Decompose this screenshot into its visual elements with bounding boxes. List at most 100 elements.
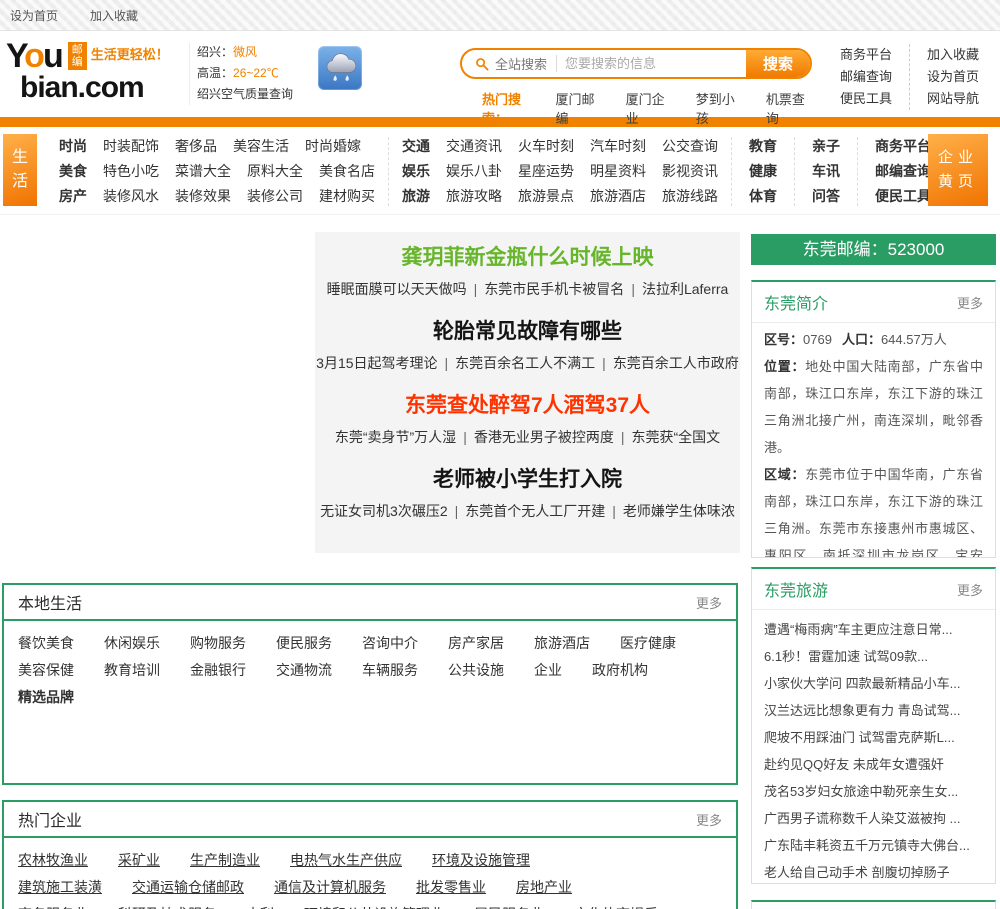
industry-link[interactable]: 文化体育娱乐 [574, 901, 658, 909]
news-sub-link[interactable]: 无证女司机3次碾压2 [320, 502, 448, 521]
local-life-link[interactable]: 美容保健 [18, 657, 74, 684]
news-sub-link[interactable]: 东莞“卖身节”万人湿 [335, 428, 456, 447]
industry-link[interactable]: 生产制造业 [190, 847, 260, 874]
industry-link[interactable]: 通信及计算机服务 [274, 874, 386, 901]
industry-link[interactable]: 商务服务业 [18, 901, 88, 909]
featured-brands-link[interactable]: 精选品牌 [18, 684, 74, 711]
nav-link[interactable]: 时装配饰 [103, 134, 159, 159]
quick-link[interactable]: 邮编查询 [840, 66, 892, 88]
news-sub-link[interactable]: 香港无业男子被控两度 [456, 428, 614, 447]
quick-link[interactable]: 设为首页 [927, 66, 979, 88]
quick-link[interactable]: 加入收藏 [927, 44, 979, 66]
travel-item-link[interactable]: 小家伙大学问 四款最新精品小车... [764, 670, 983, 697]
travel-item-link[interactable]: 广西男子谎称数千人染艾滋被拘 ... [764, 805, 983, 832]
nav-link[interactable]: 美容生活 [233, 134, 289, 159]
nav-link[interactable]: 星座运势 [518, 159, 574, 184]
nav-link[interactable]: 时尚婚嫁 [305, 134, 361, 159]
industry-link[interactable]: 环境和公共设施管理业 [304, 901, 444, 909]
travel-item-link[interactable]: 汉兰达远比想象更有力 青岛试驾... [764, 697, 983, 724]
life-badge[interactable]: 生活 [3, 134, 37, 206]
nav-link[interactable]: 旅游景点 [518, 184, 574, 209]
news-sub-link[interactable]: 东莞首个无人工厂开建 [448, 502, 605, 521]
industry-link[interactable]: 批发零售业 [416, 874, 486, 901]
travel-item-link[interactable]: 老人给自己动手术 剖腹切掉肠子 [764, 859, 983, 883]
nav-head-link[interactable]: 美食 [59, 159, 87, 184]
local-life-link[interactable]: 车辆服务 [362, 657, 418, 684]
news-headline[interactable]: 龚玥菲新金瓶什么时候上映 [315, 244, 740, 271]
site-logo[interactable]: You 邮编 生活更轻松！ bian.com [6, 39, 188, 103]
news-sub-link[interactable]: 东莞百余工人市政府 [595, 354, 739, 373]
industry-link[interactable]: 环境及设施管理 [432, 847, 530, 874]
local-life-link[interactable]: 便民服务 [276, 630, 332, 657]
travel-title[interactable]: 东莞旅游 [764, 577, 828, 601]
local-life-link[interactable]: 餐饮美食 [18, 630, 74, 657]
nav-link[interactable]: 原料大全 [247, 159, 303, 184]
local-life-link[interactable]: 医疗健康 [620, 630, 676, 657]
nav-link[interactable]: 汽车时刻 [590, 134, 646, 159]
nav-link[interactable]: 装修风水 [103, 184, 159, 209]
nav-link[interactable]: 娱乐八卦 [446, 159, 502, 184]
nav-head-link[interactable]: 交通 [402, 134, 430, 159]
quick-link[interactable]: 商务平台 [840, 44, 892, 66]
news-headline[interactable]: 轮胎常见故障有哪些 [315, 318, 740, 345]
hot-search-link[interactable]: 厦门企业 [626, 89, 672, 127]
quick-link[interactable]: 便民工具 [840, 88, 892, 110]
news-sub-link[interactable]: 东莞市民手机卡被冒名 [467, 280, 624, 299]
local-life-link[interactable]: 旅游酒店 [534, 630, 590, 657]
nav-link[interactable]: 邮编查询 [875, 159, 931, 184]
travel-item-link[interactable]: 茂名53岁妇女旅途中勒死亲生女... [764, 778, 983, 805]
nav-link[interactable]: 旅游攻略 [446, 184, 502, 209]
hot-search-link[interactable]: 梦到小孩 [696, 89, 742, 127]
nav-link[interactable]: 明星资料 [590, 159, 646, 184]
nav-link[interactable]: 教育 [749, 134, 777, 159]
topbar-link[interactable]: 设为首页 [10, 7, 58, 24]
travel-item-link[interactable]: 赴约见QQ好友 未成年女遭强奸 [764, 751, 983, 778]
nav-link[interactable]: 便民工具 [875, 184, 931, 209]
industry-link[interactable]: 水利 [246, 901, 274, 909]
nav-link[interactable]: 商务平台 [875, 134, 931, 159]
industry-link[interactable]: 建筑施工装潢 [18, 874, 102, 901]
industry-link[interactable]: 电热气水生产供应 [290, 847, 402, 874]
local-life-link[interactable]: 购物服务 [190, 630, 246, 657]
travel-item-link[interactable]: 爬坡不用踩油门 试驾雷克萨斯L... [764, 724, 983, 751]
industry-link[interactable]: 房地产业 [516, 874, 572, 901]
news-headline[interactable]: 东莞查处醉驾7人酒驾37人 [315, 392, 740, 419]
local-life-link[interactable]: 房产家居 [448, 630, 504, 657]
nav-link[interactable]: 健康 [749, 159, 777, 184]
nav-link[interactable]: 影视资讯 [662, 159, 718, 184]
weather-wind-link[interactable]: 微风 [233, 45, 257, 59]
nav-link[interactable]: 车讯 [812, 159, 840, 184]
more-link[interactable]: 更多 [696, 593, 722, 612]
local-life-link[interactable]: 政府机构 [592, 657, 648, 684]
nav-link[interactable]: 旅游酒店 [590, 184, 646, 209]
yellowpages-badge[interactable]: 企业黄页 [928, 134, 988, 206]
news-sub-link[interactable]: 3月15日起驾考理论 [316, 354, 437, 373]
local-life-link[interactable]: 教育培训 [104, 657, 160, 684]
nav-link[interactable]: 亲子 [812, 134, 840, 159]
nav-link[interactable]: 交通资讯 [446, 134, 502, 159]
nav-link[interactable]: 特色小吃 [103, 159, 159, 184]
industry-link[interactable]: 居民服务业 [474, 901, 544, 909]
search-input[interactable] [557, 56, 746, 71]
hot-search-link[interactable]: 厦门邮编 [556, 89, 602, 127]
industry-link[interactable]: 农林牧渔业 [18, 847, 88, 874]
travel-item-link[interactable]: 6.1秒！雷霆加速 试驾09款... [764, 643, 983, 670]
local-life-link[interactable]: 公共设施 [448, 657, 504, 684]
nav-link[interactable]: 体育 [749, 184, 777, 209]
local-life-link[interactable]: 咨询中介 [362, 630, 418, 657]
news-sub-link[interactable]: 东莞获“全国文 [614, 428, 720, 447]
travel-item-link[interactable]: 遭遇“梅雨病”车主更应注意日常... [764, 616, 983, 643]
more-link[interactable]: 更多 [696, 810, 722, 829]
industry-link[interactable]: 科研及技术服务 [118, 901, 216, 909]
nav-head-link[interactable]: 娱乐 [402, 159, 430, 184]
nav-link[interactable]: 美食名店 [319, 159, 375, 184]
intro-title[interactable]: 东莞简介 [764, 290, 828, 314]
local-life-link[interactable]: 金融银行 [190, 657, 246, 684]
nav-head-link[interactable]: 时尚 [59, 134, 87, 159]
news-headline[interactable]: 老师被小学生打入院 [315, 466, 740, 493]
nav-head-link[interactable]: 旅游 [402, 184, 430, 209]
weather-icon[interactable] [318, 46, 362, 90]
quick-link[interactable]: 网站导航 [927, 88, 979, 110]
industry-link[interactable]: 交通运输仓储邮政 [132, 874, 244, 901]
more-link[interactable]: 更多 [957, 580, 983, 599]
